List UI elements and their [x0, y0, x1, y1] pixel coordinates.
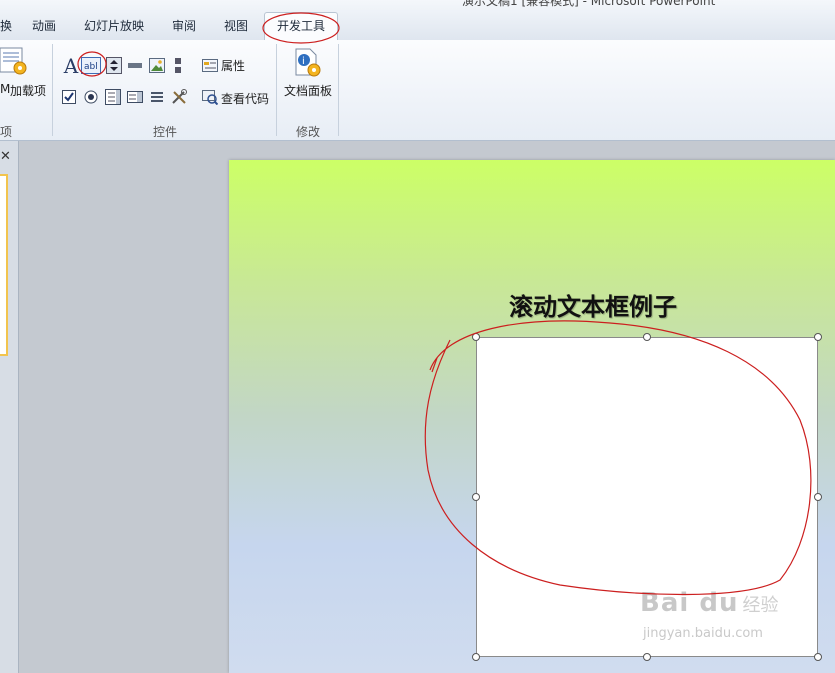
ribbon-tab-strip: 演示文稿1 [兼容模式] - Microsoft PowerPoint 换 动画…: [0, 0, 835, 41]
properties-icon[interactable]: [202, 57, 218, 73]
textbox-control-icon[interactable]: abl: [81, 57, 101, 74]
baidu-watermark: Bai du 经验: [640, 588, 778, 618]
scrollbar-control-icon[interactable]: [127, 57, 143, 74]
watermark-jingyan: 经验: [742, 595, 779, 616]
window-title: 演示文稿1 [兼容模式] - Microsoft PowerPoint: [462, 0, 716, 8]
group-divider: [52, 44, 53, 136]
properties-label[interactable]: 属性: [221, 57, 245, 74]
image-control-icon[interactable]: [149, 57, 165, 74]
slides-pane[interactable]: ✕: [0, 141, 19, 673]
slide-thumbnail[interactable]: [0, 174, 8, 356]
resize-handle[interactable]: [472, 333, 480, 341]
resize-handle[interactable]: [643, 653, 651, 661]
more-controls-icon[interactable]: [172, 57, 184, 74]
slide-title[interactable]: 滚动文本框例子: [509, 287, 677, 322]
resize-handle[interactable]: [814, 653, 822, 661]
addins-group-label: 项: [0, 125, 13, 139]
view-code-icon[interactable]: [202, 89, 218, 105]
spin-button-control-icon[interactable]: [106, 57, 122, 74]
watermark-url: jingyan.baidu.com: [643, 626, 763, 641]
svg-text:abl: abl: [84, 62, 98, 72]
tab-developer[interactable]: 开发工具: [264, 12, 339, 41]
document-panel-icon[interactable]: i: [292, 48, 322, 78]
toggle-button-control-icon[interactable]: [149, 89, 165, 105]
tab-animations[interactable]: 动画: [32, 17, 56, 34]
resize-handle[interactable]: [814, 333, 822, 341]
label-control-icon[interactable]: A: [60, 54, 82, 78]
watermark-logo: Bai du: [640, 588, 739, 618]
close-icon[interactable]: ✕: [0, 149, 11, 164]
tab-review[interactable]: 审阅: [172, 17, 196, 34]
resize-handle[interactable]: [814, 493, 822, 501]
modify-group-label: 修改: [296, 125, 321, 139]
tab-transitions[interactable]: 换: [0, 17, 12, 34]
addins-prefix: M: [0, 82, 11, 96]
listbox-control-icon[interactable]: [105, 89, 121, 105]
group-divider: [338, 44, 339, 136]
tab-view[interactable]: 视图: [224, 17, 248, 34]
resize-handle[interactable]: [643, 333, 651, 341]
view-code-label[interactable]: 查看代码: [221, 90, 269, 107]
combobox-control-icon[interactable]: [127, 89, 143, 105]
group-divider: [276, 44, 277, 136]
tab-slideshow[interactable]: 幻灯片放映: [84, 17, 144, 34]
svg-text:i: i: [302, 56, 305, 67]
addins-icon[interactable]: [0, 46, 30, 76]
option-button-control-icon[interactable]: [84, 90, 98, 104]
tools-icon[interactable]: [170, 88, 188, 106]
ribbon: M 加载项 项 A abl 控件 属性 查看代码 i 文档面板 修改: [0, 40, 835, 141]
checkbox-control-icon[interactable]: [62, 90, 76, 104]
resize-handle[interactable]: [472, 493, 480, 501]
resize-handle[interactable]: [472, 653, 480, 661]
controls-group-label: 控件: [153, 125, 178, 139]
document-panel-label[interactable]: 文档面板: [284, 82, 332, 99]
addins-button-label[interactable]: 加载项: [10, 82, 46, 99]
